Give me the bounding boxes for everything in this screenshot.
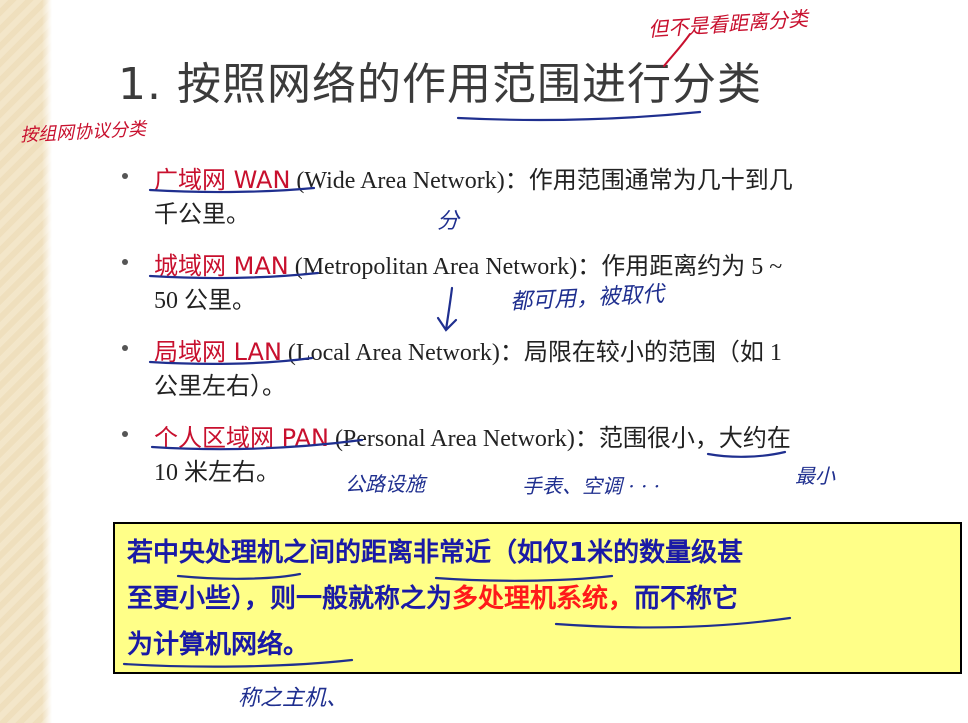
callout-line-3: 为计算机网络。 [127,630,310,660]
term-label: 局域网 LAN [154,338,282,366]
bullet-dot-icon [122,259,128,265]
callout-emphasis: 多处理机系统， [452,584,635,614]
title-underline [456,110,702,122]
item-line-2: 公里左右）。 [154,374,286,400]
item-line-2: 10 米左右。 [154,460,280,486]
term-label: 广域网 WAN [154,166,291,194]
callout-line-1: 若中央处理机之间的距离非常近（如仅1米的数量级甚 [127,538,744,568]
callout-text-after: 而不称它 [634,584,739,614]
term-label: 个人区域网 PAN [154,424,329,452]
term-label: 城域网 MAN [154,252,289,280]
item-line-1: 个人区域网 PAN (Personal Area Network)：范围很小，大… [154,418,791,453]
slide-title: 1. 按照网络的作用范围进行分类 [118,59,762,110]
annotation-facility: 公路设施 [345,472,425,496]
item-line-2: 千公里。 [154,202,250,228]
item-line-1: 城域网 MAN (Metropolitan Area Network)：作用距离… [154,246,782,281]
annotation-by-protocol: 按组网协议分类 [19,118,147,147]
down-arrow-icon [436,286,458,332]
annotation-devices: 手表、空调 · · · [522,474,661,498]
item-line-1: 局域网 LAN (Local Area Network)：局限在较小的范围（如 … [154,332,782,367]
annotation-not-by-distance: 但不是看距离分类 [647,6,809,42]
item-description: (Metropolitan Area Network)：作用距离约为 5 ~ [288,254,783,280]
bullet-dot-icon [122,345,128,351]
annotation-smallest: 最小 [795,464,835,488]
bullet-dot-icon [122,173,128,179]
annotation-host: 称之主机、 [238,686,349,711]
item-line-2: 50 公里。 [154,288,256,314]
decorative-left-strip [0,0,52,723]
callout-line-2: 至更小些），则一般就称之为多处理机系统，而不称它 [127,578,738,615]
callout-text-before: 至更小些），则一般就称之为 [127,584,453,614]
item-description: (Wide Area Network)：作用范围通常为几十到几 [290,168,793,194]
bullet-dot-icon [122,431,128,437]
item-description: (Personal Area Network)：范围很小，大约在 [328,426,791,452]
annotation-fen: 分 [437,209,460,234]
highlight-callout-box: 若中央处理机之间的距离非常近（如仅1米的数量级甚 至更小些），则一般就称之为多处… [113,522,962,674]
item-line-1: 广域网 WAN (Wide Area Network)：作用范围通常为几十到几 [154,160,793,195]
annotation-replaced: 都可用，被取代 [509,281,665,316]
item-description: (Local Area Network)：局限在较小的范围（如 1 [281,340,782,366]
